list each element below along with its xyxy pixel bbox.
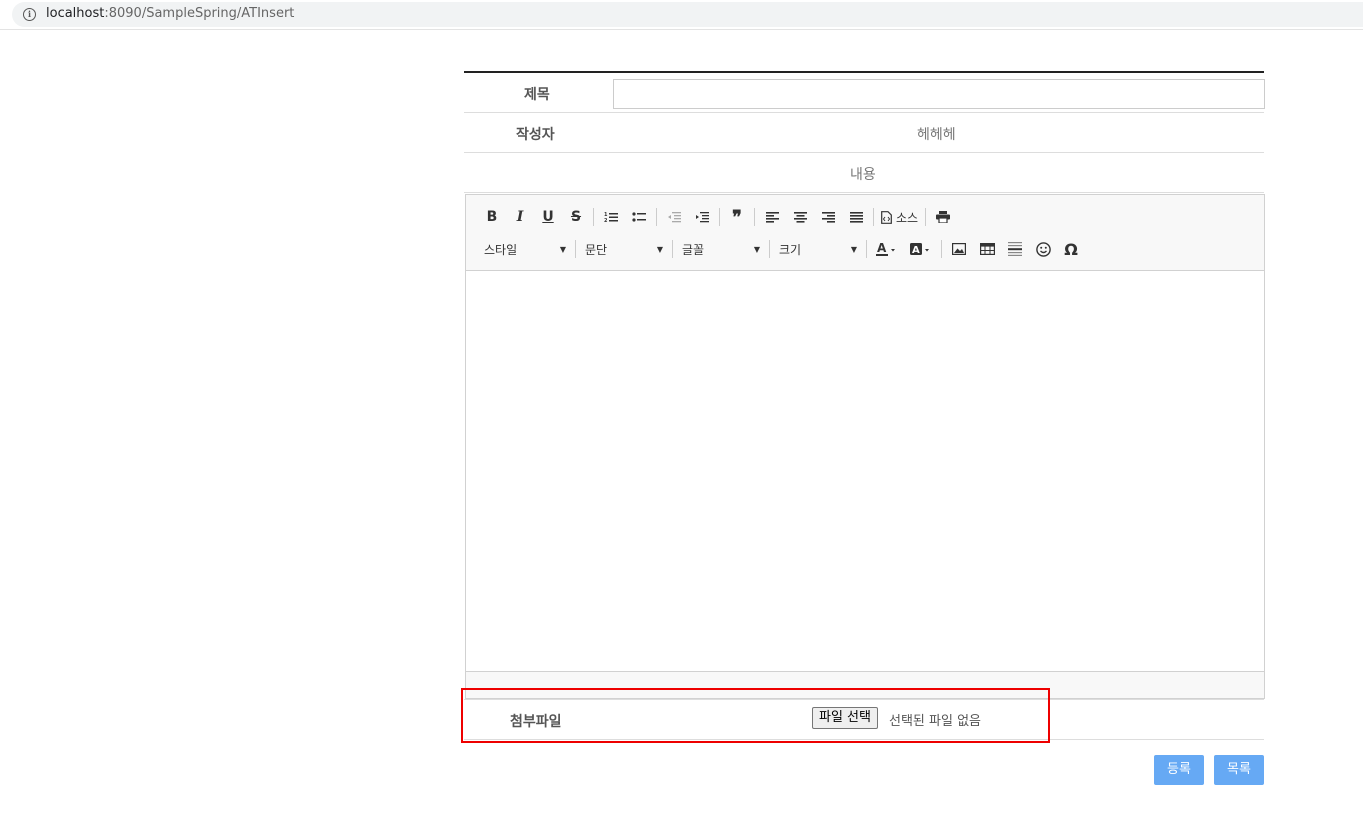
table-icon[interactable] [973, 238, 1001, 260]
rich-text-editor: B I U S 12 ❞ 소스 스타일 ▼ 문단 ▼ 글꼴 ▼ 크기 ▼ A A… [465, 194, 1265, 699]
font-combo[interactable]: 글꼴 ▼ [676, 238, 766, 260]
editor-toolbar: B I U S 12 ❞ 소스 스타일 ▼ 문단 ▼ 글꼴 ▼ 크기 ▼ A A… [466, 195, 1264, 271]
toolbar-row-2: 스타일 ▼ 문단 ▼ 글꼴 ▼ 크기 ▼ A A Ω [478, 238, 1085, 260]
image-icon[interactable] [945, 238, 973, 260]
strikethrough-icon[interactable]: S [562, 206, 590, 228]
smiley-icon[interactable] [1029, 238, 1057, 260]
editor-content-area[interactable] [466, 271, 1264, 672]
toolbar-separator [941, 240, 942, 258]
print-icon[interactable] [929, 206, 957, 228]
chevron-down-icon: ▼ [559, 244, 566, 254]
svg-text:A: A [877, 242, 887, 255]
horizontal-rule-icon[interactable] [1001, 238, 1029, 260]
title-label: 제목 [524, 87, 550, 103]
background-color-icon[interactable]: A [904, 238, 938, 260]
toolbar-separator [593, 208, 594, 226]
special-character-icon[interactable]: Ω [1057, 238, 1085, 260]
author-label: 작성자 [516, 127, 555, 143]
toolbar-separator [672, 240, 673, 258]
outdent-icon[interactable] [660, 206, 688, 228]
bold-icon[interactable]: B [478, 206, 506, 228]
title-input[interactable] [613, 79, 1265, 109]
size-combo-label: 크기 [779, 242, 802, 257]
indent-icon[interactable] [688, 206, 716, 228]
align-right-icon[interactable] [814, 206, 842, 228]
justify-icon[interactable] [842, 206, 870, 228]
author-value: 헤헤헤 [917, 127, 956, 143]
toolbar-separator [769, 240, 770, 258]
submit-button[interactable]: 등록 [1154, 755, 1204, 785]
url-text[interactable]: localhost:8090/SampleSpring/ATInsert [46, 6, 294, 21]
highlight-box [461, 688, 1050, 743]
underline-icon[interactable]: U [534, 206, 562, 228]
author-row: 작성자 헤헤헤 [464, 113, 1264, 153]
bulleted-list-icon[interactable] [625, 206, 653, 228]
toolbar-separator [866, 240, 867, 258]
size-combo[interactable]: 크기 ▼ [773, 238, 863, 260]
svg-text:2: 2 [604, 218, 608, 223]
italic-icon[interactable]: I [506, 206, 534, 228]
style-combo-label: 스타일 [484, 242, 518, 257]
format-combo[interactable]: 문단 ▼ [579, 238, 669, 260]
align-center-icon[interactable] [786, 206, 814, 228]
toolbar-separator [873, 208, 874, 226]
font-combo-label: 글꼴 [682, 242, 705, 257]
chevron-down-icon: ▼ [656, 244, 663, 254]
blockquote-icon[interactable]: ❞ [723, 206, 751, 228]
list-button[interactable]: 목록 [1214, 755, 1264, 785]
source-button[interactable]: 소스 [877, 206, 922, 228]
toolbar-separator [719, 208, 720, 226]
content-label-row: 내용 [464, 153, 1264, 193]
content-label: 내용 [850, 167, 876, 183]
text-color-icon[interactable]: A [870, 238, 904, 260]
info-icon[interactable]: i [23, 8, 36, 21]
toolbar-separator [925, 208, 927, 226]
url-box[interactable]: i localhost:8090/SampleSpring/ATInsert [12, 2, 1363, 27]
style-combo[interactable]: 스타일 ▼ [478, 238, 572, 260]
toolbar-row-1: B I U S 12 ❞ 소스 [478, 206, 957, 228]
svg-text:A: A [912, 245, 920, 256]
chevron-down-icon: ▼ [753, 244, 760, 254]
toolbar-separator [575, 240, 576, 258]
browser-address-bar: i localhost:8090/SampleSpring/ATInsert [0, 0, 1363, 30]
format-combo-label: 문단 [585, 242, 608, 257]
title-row: 제목 [464, 73, 1265, 113]
source-label: 소스 [896, 210, 919, 225]
toolbar-separator [656, 208, 657, 226]
chevron-down-icon: ▼ [850, 244, 857, 254]
numbered-list-icon[interactable]: 12 [597, 206, 625, 228]
align-left-icon[interactable] [758, 206, 786, 228]
toolbar-separator [754, 208, 755, 226]
source-icon [881, 210, 892, 224]
